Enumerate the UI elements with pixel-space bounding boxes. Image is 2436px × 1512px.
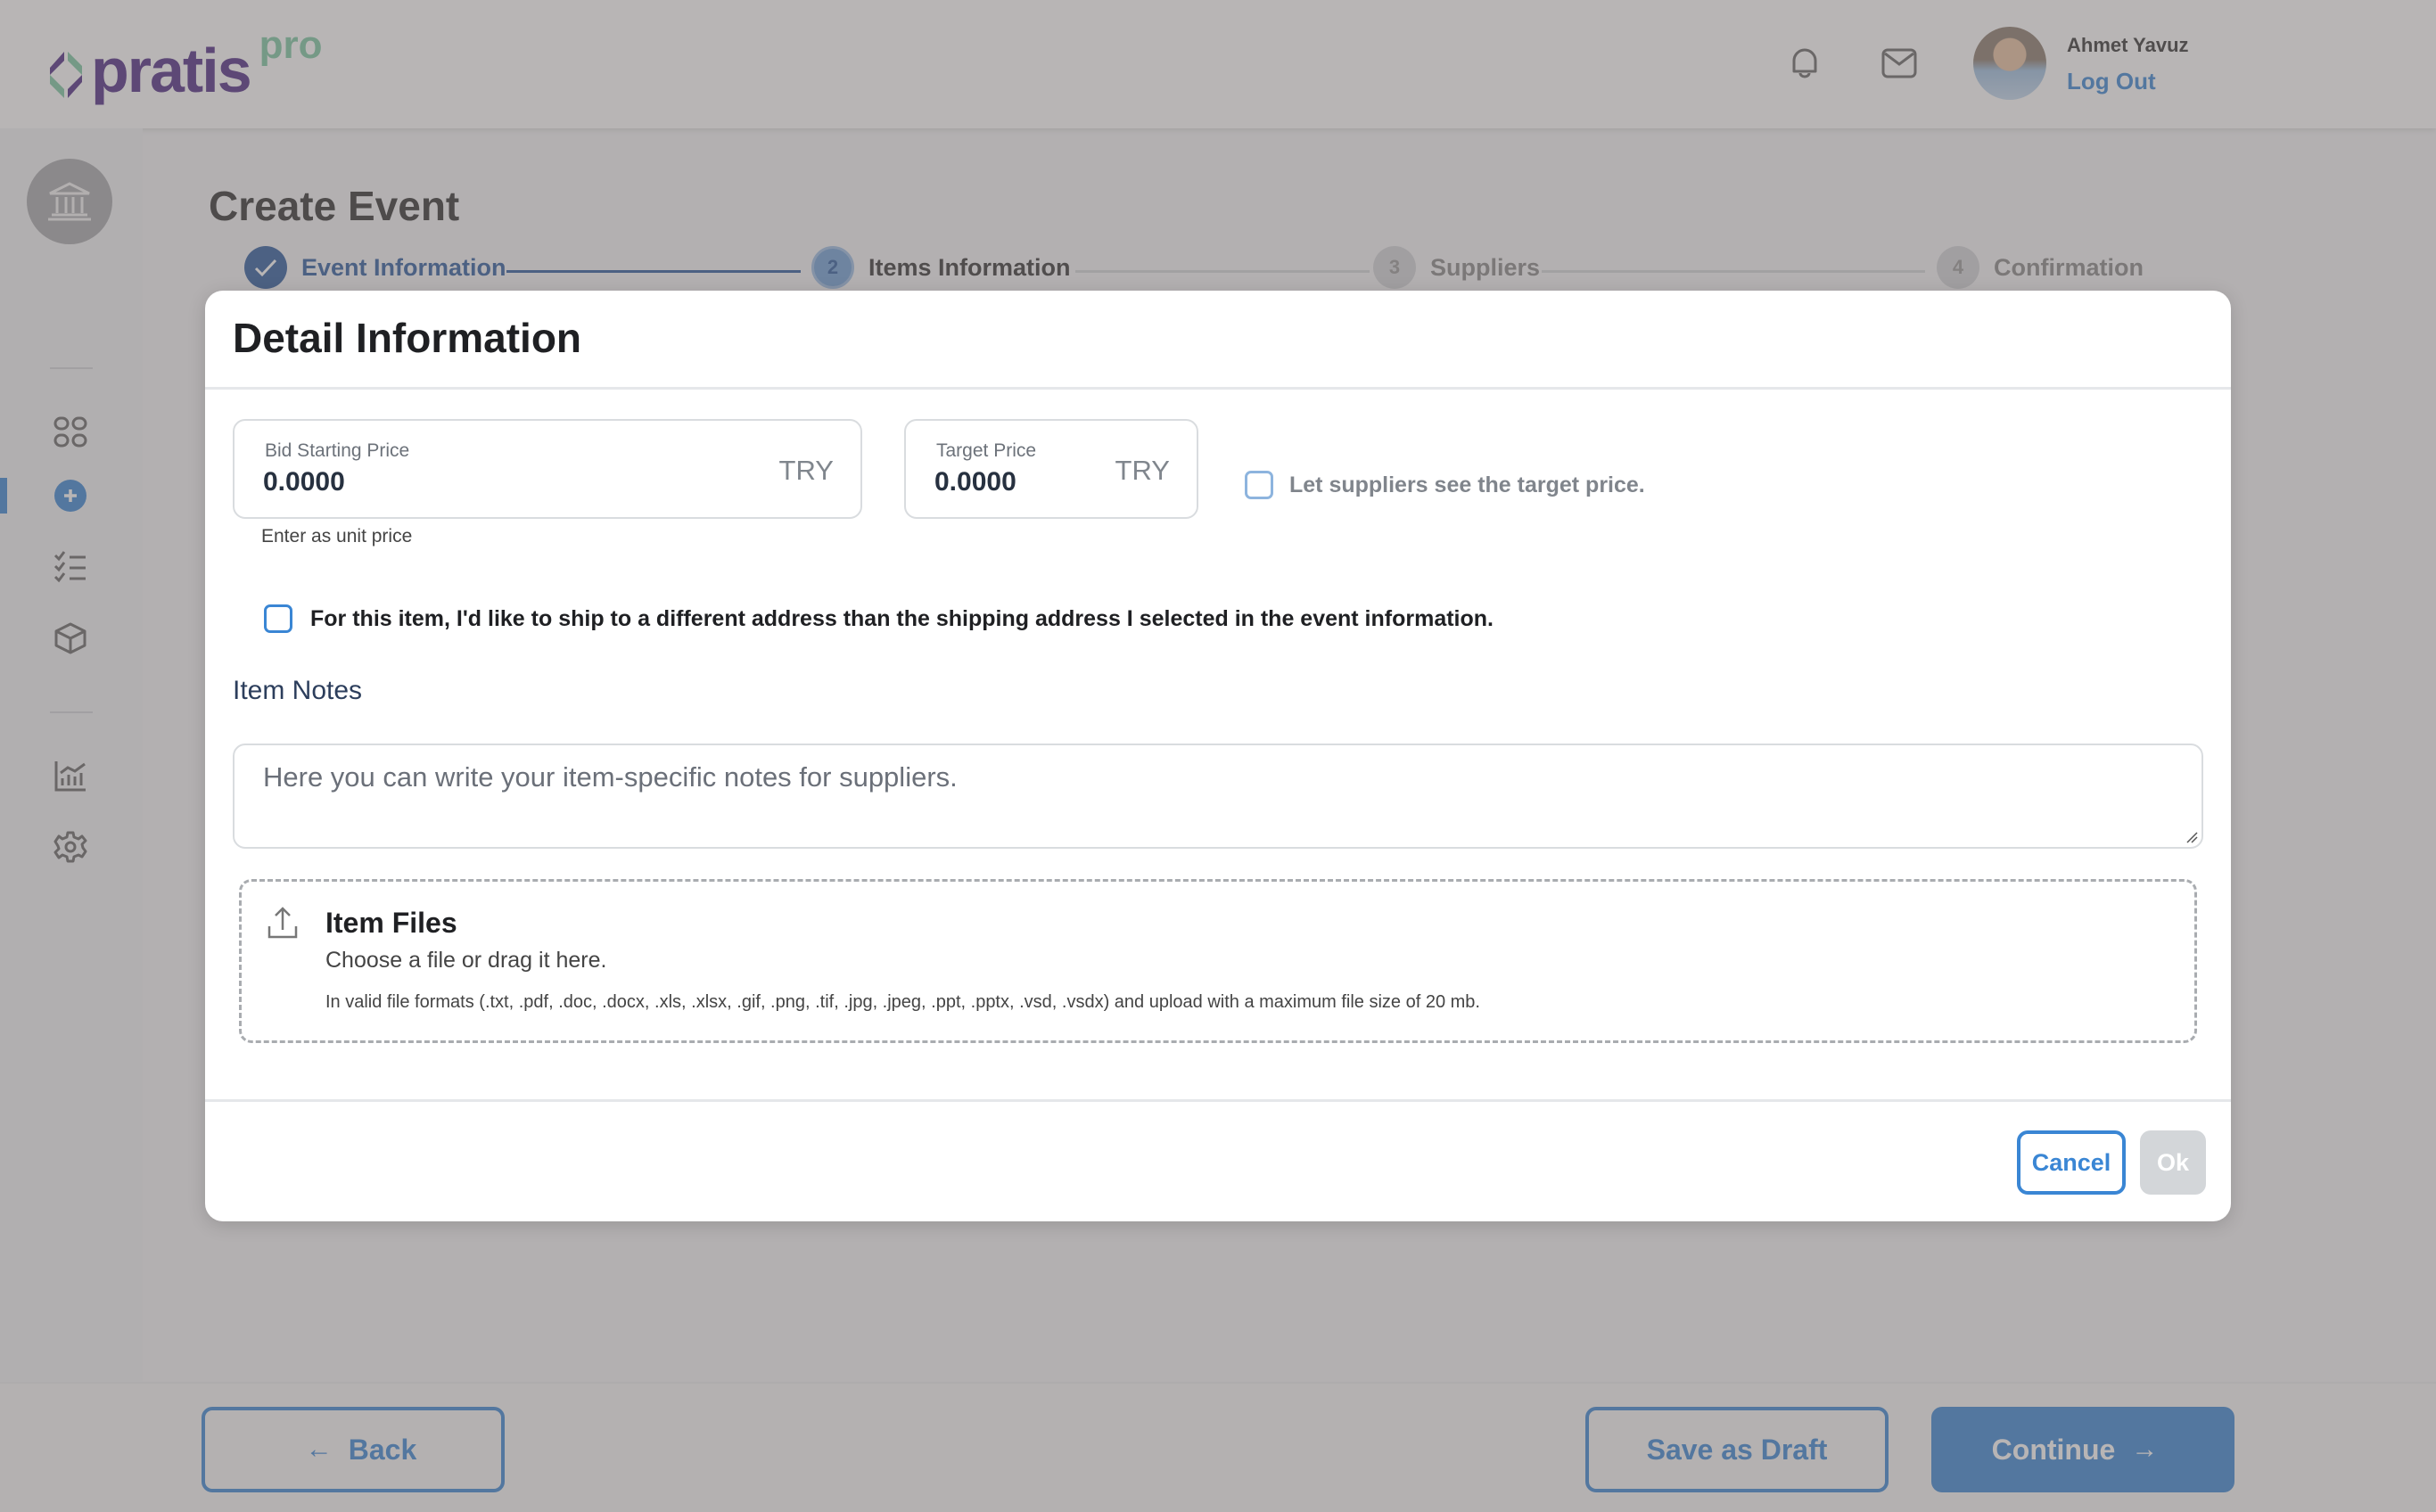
currency-suffix: TRY [778, 455, 834, 486]
ok-button[interactable]: Ok [2140, 1130, 2206, 1195]
cancel-button[interactable]: Cancel [2017, 1130, 2126, 1195]
item-notes-textarea[interactable]: Here you can write your item-specific no… [233, 744, 2203, 849]
target-price-label: Target Price [936, 440, 1037, 461]
detail-information-modal: Detail Information Bid Starting Price 0.… [205, 291, 2231, 1221]
modal-header-divider [205, 387, 2231, 390]
currency-suffix: TRY [1115, 455, 1170, 486]
item-files-hint: In valid file formats (.txt, .pdf, .doc,… [325, 992, 1480, 1012]
resize-handle-icon[interactable] [2184, 829, 2198, 843]
different-address-label[interactable]: For this item, I'd like to ship to a dif… [310, 606, 1494, 632]
bid-starting-price-input[interactable]: 0.0000 [263, 467, 345, 497]
different-address-checkbox[interactable] [264, 604, 292, 633]
item-files-title: Item Files [325, 907, 457, 939]
modal-title: Detail Information [233, 315, 582, 361]
bid-price-helper-text: Enter as unit price [261, 526, 413, 546]
target-price-input[interactable]: 0.0000 [934, 467, 1016, 497]
item-files-subtitle: Choose a file or drag it here. [325, 948, 607, 973]
show-target-price-label[interactable]: Let suppliers see the target price. [1289, 472, 1645, 498]
bid-starting-price-label: Bid Starting Price [265, 440, 410, 461]
item-files-dropzone[interactable]: Item Files Choose a file or drag it here… [239, 879, 2197, 1043]
target-price-field[interactable]: Target Price 0.0000 TRY [904, 419, 1198, 519]
bid-starting-price-field[interactable]: Bid Starting Price 0.0000 TRY [233, 419, 862, 519]
item-notes-placeholder: Here you can write your item-specific no… [263, 761, 958, 793]
show-target-price-checkbox[interactable] [1245, 471, 1273, 499]
upload-icon [267, 907, 298, 939]
item-notes-title: Item Notes [233, 676, 363, 705]
modal-footer-divider [205, 1099, 2231, 1102]
